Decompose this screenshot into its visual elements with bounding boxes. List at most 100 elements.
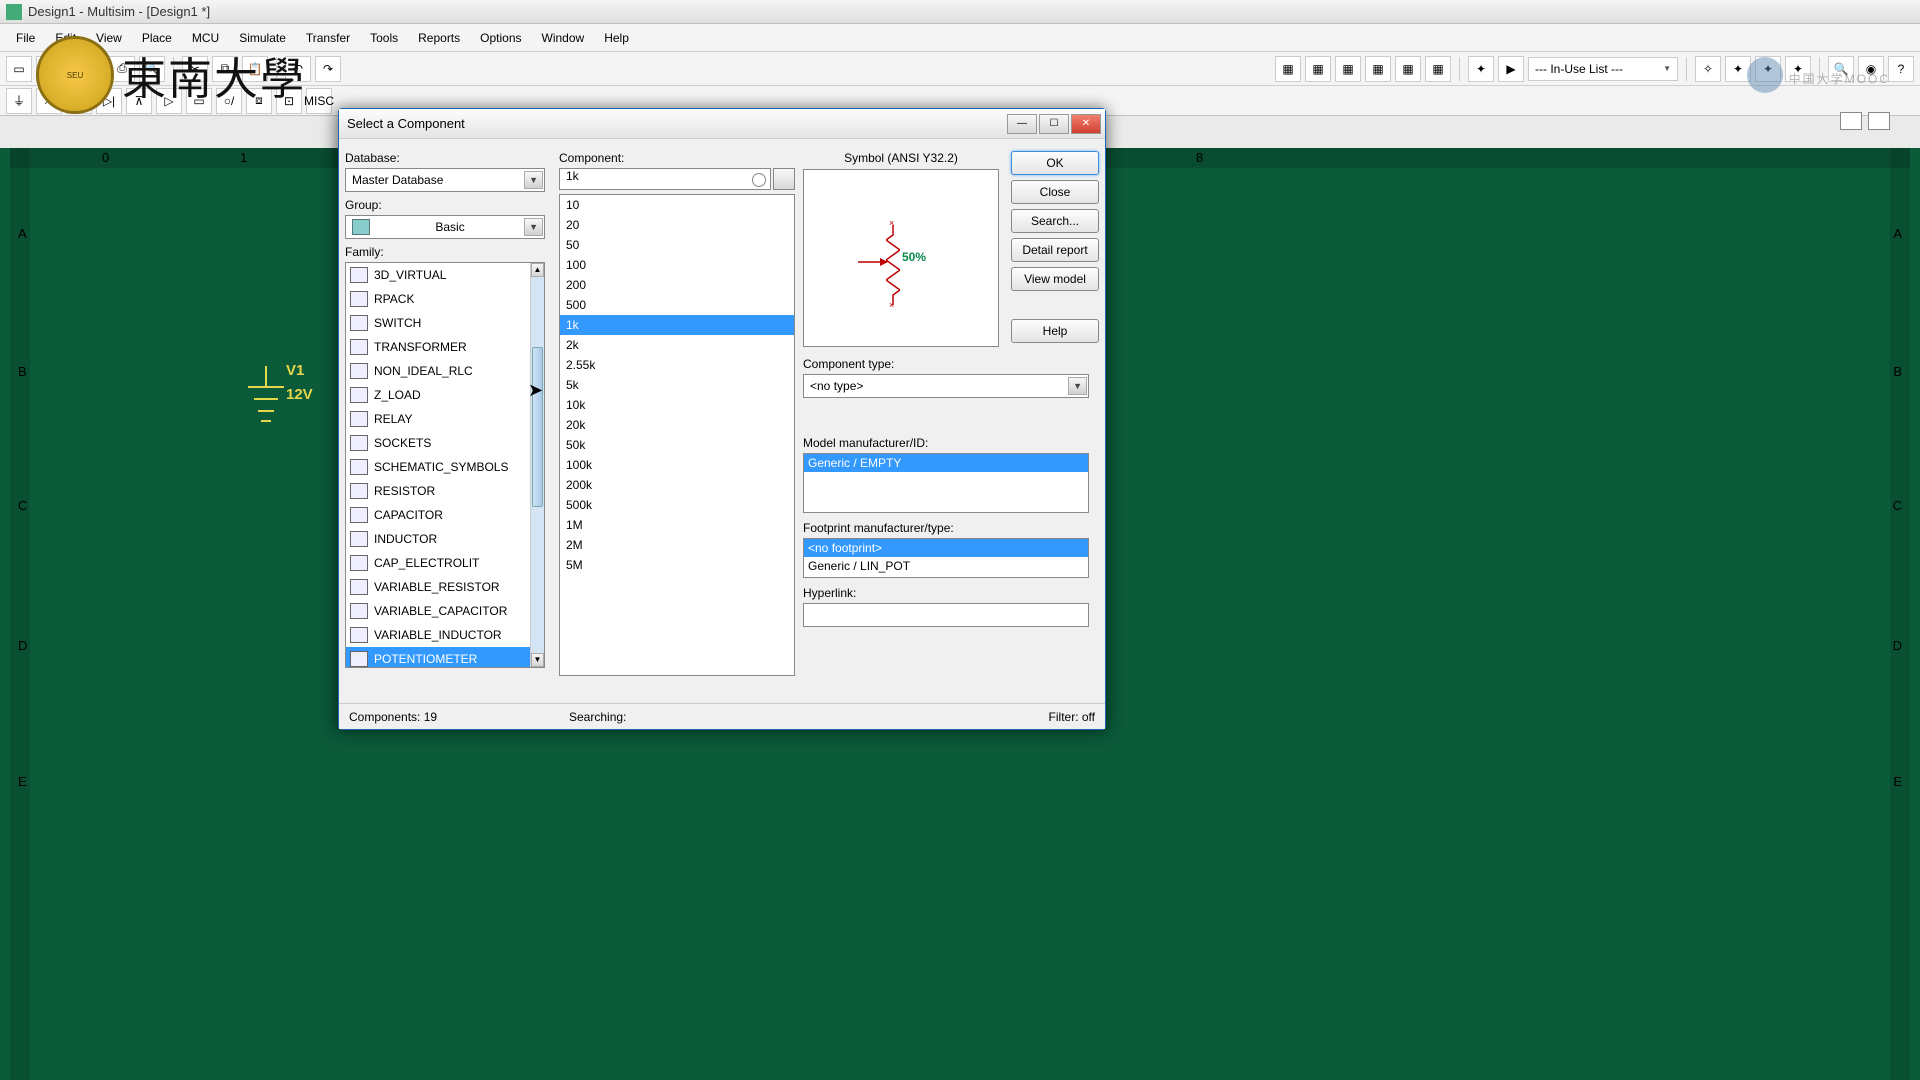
family-item[interactable]: RPACK	[346, 287, 530, 311]
gnd-icon[interactable]: ⏚	[6, 88, 32, 114]
grid2-icon[interactable]: ▦	[1305, 56, 1331, 82]
component-item[interactable]: 10	[560, 195, 794, 215]
family-item[interactable]: 3D_VIRTUAL	[346, 263, 530, 287]
component-item[interactable]: 10k	[560, 395, 794, 415]
family-item-label: Z_LOAD	[374, 388, 421, 402]
scroll-thumb[interactable]	[532, 347, 543, 507]
model-item[interactable]: Generic / EMPTY	[804, 454, 1088, 472]
family-item[interactable]: SOCKETS	[346, 431, 530, 455]
run-icon[interactable]: ▶	[1498, 56, 1524, 82]
family-item[interactable]: Z_LOAD	[346, 383, 530, 407]
dialog-title: Select a Component	[347, 116, 1007, 131]
family-item[interactable]: SCHEMATIC_SYMBOLS	[346, 455, 530, 479]
family-item[interactable]: RELAY	[346, 407, 530, 431]
search-button[interactable]: Search...	[1011, 209, 1099, 233]
family-item[interactable]: CAP_ELECTROLIT	[346, 551, 530, 575]
redo-icon[interactable]: ↷	[315, 56, 341, 82]
family-scrollbar[interactable]: ▲ ▼	[530, 263, 544, 667]
place-icon[interactable]: ✦	[1468, 56, 1494, 82]
footprint-item[interactable]: <no footprint>	[804, 539, 1088, 557]
family-item[interactable]: VARIABLE_CAPACITOR	[346, 599, 530, 623]
help-button[interactable]: Help	[1011, 319, 1099, 343]
component-item[interactable]: 100	[560, 255, 794, 275]
component-item[interactable]: 500k	[560, 495, 794, 515]
col-0: 0	[102, 150, 109, 165]
close-icon[interactable]: ✕	[1071, 114, 1101, 134]
help-icon[interactable]: ?	[1888, 56, 1914, 82]
family-item-icon	[350, 267, 368, 283]
component-item[interactable]: 1k	[560, 315, 794, 335]
probe-icon[interactable]: ✧	[1695, 56, 1721, 82]
family-item-icon	[350, 459, 368, 475]
voltage-source-symbol[interactable]	[248, 376, 284, 436]
component-item[interactable]: 50	[560, 235, 794, 255]
component-item[interactable]: 2M	[560, 535, 794, 555]
family-item[interactable]: VARIABLE_RESISTOR	[346, 575, 530, 599]
list-toggle-2[interactable]	[1868, 112, 1890, 130]
minimize-icon[interactable]: —	[1007, 114, 1037, 134]
mooc-watermark: 中国大学MOOC	[1747, 54, 1890, 93]
component-item[interactable]: 5k	[560, 375, 794, 395]
family-item-label: TRANSFORMER	[374, 340, 467, 354]
close-button[interactable]: Close	[1011, 180, 1099, 204]
menu-help[interactable]: Help	[594, 29, 639, 47]
component-item[interactable]: 20	[560, 215, 794, 235]
inuse-list-dropdown[interactable]: --- In-Use List ---	[1528, 57, 1678, 81]
window-title: Design1 - Multisim - [Design1 *]	[28, 4, 210, 19]
family-item[interactable]: SWITCH	[346, 311, 530, 335]
component-item[interactable]: 200	[560, 275, 794, 295]
component-item[interactable]: 100k	[560, 455, 794, 475]
family-item-label: RPACK	[374, 292, 414, 306]
detail-report-button[interactable]: Detail report	[1011, 238, 1099, 262]
family-item-label: RELAY	[374, 412, 412, 426]
mouse-cursor-icon: ➤	[528, 380, 543, 401]
status-filter: Filter: off	[965, 710, 1095, 724]
component-item[interactable]: 5M	[560, 555, 794, 575]
database-dropdown[interactable]: Master Database	[345, 168, 545, 192]
menu-reports[interactable]: Reports	[408, 29, 470, 47]
menu-window[interactable]: Window	[532, 29, 595, 47]
family-item-label: SOCKETS	[374, 436, 431, 450]
component-item[interactable]: 500	[560, 295, 794, 315]
family-listbox[interactable]: 3D_VIRTUAL RPACK SWITCH TRANSFORMER NON_IDEA…	[345, 262, 545, 668]
symbol-preview: × × 50%	[803, 169, 999, 347]
model-listbox[interactable]: Generic / EMPTY	[803, 453, 1089, 513]
grid3-icon[interactable]: ▦	[1335, 56, 1361, 82]
menu-options[interactable]: Options	[470, 29, 531, 47]
family-item[interactable]: CAPACITOR	[346, 503, 530, 527]
symbol-label: Symbol (ANSI Y32.2)	[803, 151, 999, 165]
grid-icon[interactable]: ▦	[1275, 56, 1301, 82]
ok-button[interactable]: OK	[1011, 151, 1099, 175]
comp-type-dropdown[interactable]: <no type>	[803, 374, 1089, 398]
family-item[interactable]: POTENTIOMETER	[346, 647, 530, 668]
footprint-item[interactable]: Generic / LIN_POT	[804, 557, 1088, 575]
family-item[interactable]: RESISTOR	[346, 479, 530, 503]
scroll-up-icon[interactable]: ▲	[531, 263, 544, 277]
scroll-down-icon[interactable]: ▼	[531, 653, 544, 667]
family-item[interactable]: NON_IDEAL_RLC	[346, 359, 530, 383]
family-item[interactable]: VARIABLE_INDUCTOR	[346, 623, 530, 647]
menu-tools[interactable]: Tools	[360, 29, 408, 47]
family-item[interactable]: TRANSFORMER	[346, 335, 530, 359]
component-item[interactable]: 2.55k	[560, 355, 794, 375]
group-dropdown[interactable]: Basic	[345, 215, 545, 239]
footprint-listbox[interactable]: <no footprint>Generic / LIN_POT	[803, 538, 1089, 578]
component-item[interactable]: 2k	[560, 335, 794, 355]
misc-icon[interactable]: MISC	[306, 88, 332, 114]
view-model-button[interactable]: View model	[1011, 267, 1099, 291]
grid6-icon[interactable]: ▦	[1425, 56, 1451, 82]
new-icon[interactable]: ▭	[6, 56, 32, 82]
component-search-input[interactable]: 1k	[559, 168, 771, 190]
grid4-icon[interactable]: ▦	[1365, 56, 1391, 82]
component-item[interactable]: 20k	[560, 415, 794, 435]
filter-icon[interactable]	[773, 168, 795, 190]
family-item[interactable]: INDUCTOR	[346, 527, 530, 551]
grid5-icon[interactable]: ▦	[1395, 56, 1421, 82]
component-listbox[interactable]: 1020501002005001k2k2.55k5k10k20k50k100k2…	[559, 194, 795, 676]
list-toggle-1[interactable]	[1840, 112, 1862, 130]
component-item[interactable]: 1M	[560, 515, 794, 535]
maximize-icon[interactable]: ☐	[1039, 114, 1069, 134]
component-item[interactable]: 200k	[560, 475, 794, 495]
component-item[interactable]: 50k	[560, 435, 794, 455]
hyperlink-input[interactable]	[803, 603, 1089, 627]
